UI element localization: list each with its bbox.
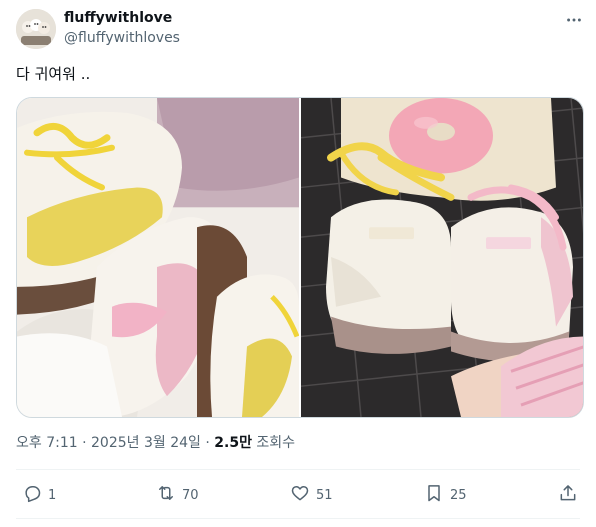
retweet-count: 70 — [182, 487, 199, 503]
bookmark-icon — [424, 483, 444, 507]
reply-button[interactable]: 1 — [22, 478, 56, 512]
divider-top — [16, 469, 580, 470]
views-label: 조회수 — [256, 435, 296, 451]
tweet-time[interactable]: 오후 7:11 — [16, 435, 78, 451]
bookmark-count: 25 — [450, 487, 467, 503]
views-count: 2.5만 — [214, 435, 252, 451]
meta-separator: · — [82, 435, 87, 451]
reply-icon — [22, 483, 42, 507]
display-name[interactable]: fluffywithlove — [64, 9, 180, 28]
reply-count: 1 — [48, 487, 57, 503]
more-icon[interactable] — [564, 10, 584, 30]
avatar[interactable] — [16, 9, 56, 49]
user-handle[interactable]: @fluffywithloves — [64, 29, 180, 48]
retweet-icon — [156, 483, 176, 507]
photo-left[interactable] — [17, 98, 299, 417]
bookmark-button[interactable]: 25 — [424, 478, 467, 512]
action-bar: 1 70 51 25 — [16, 478, 580, 512]
retweet-button[interactable]: 70 — [156, 478, 199, 512]
like-count: 51 — [316, 487, 333, 503]
meta-separator-2: · — [205, 435, 210, 451]
tweet-date[interactable]: 2025년 3월 24일 — [91, 435, 201, 451]
like-button[interactable]: 51 — [290, 478, 333, 512]
author-names: fluffywithlove @fluffywithloves — [64, 9, 180, 48]
photo-right[interactable] — [301, 98, 583, 417]
tweet-meta: 오후 7:11 · 2025년 3월 24일 · 2.5만 조회수 — [16, 434, 295, 453]
media-grid — [16, 97, 584, 418]
share-button[interactable] — [558, 478, 578, 512]
divider-bottom — [16, 518, 580, 519]
tweet-header: fluffywithlove @fluffywithloves — [16, 8, 584, 52]
share-icon — [558, 483, 578, 507]
heart-icon — [290, 483, 310, 507]
tweet-text: 다 귀여워 .. — [16, 65, 91, 83]
